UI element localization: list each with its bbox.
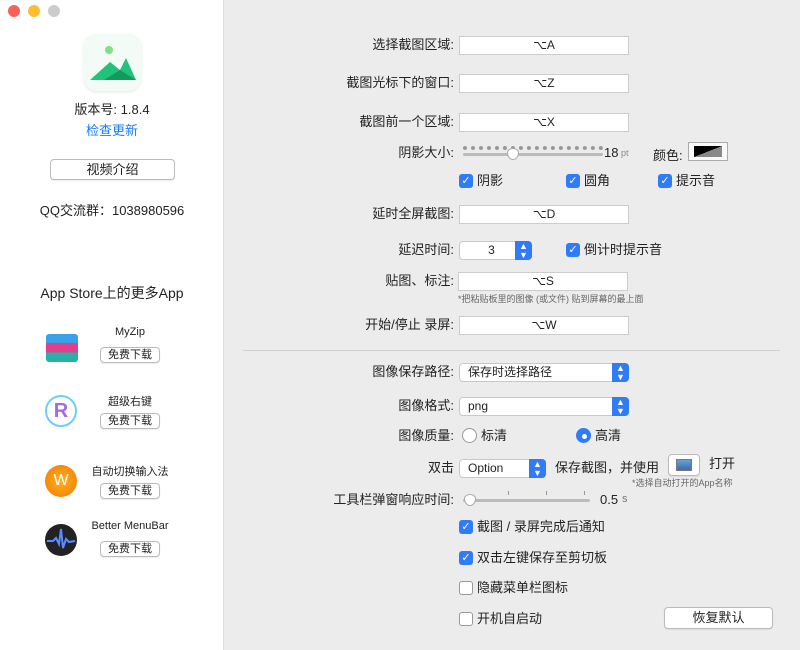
delay-time-select[interactable]: 3 ▲ ▼: [459, 241, 532, 260]
shadow-size-unit: pt: [621, 148, 629, 158]
double-click-note: *选择自动打开的App名称: [632, 478, 733, 488]
toolbar-delay-label: 工具栏弹窗响应时间:: [333, 492, 454, 507]
minimize-button[interactable]: [28, 5, 40, 17]
format-label: 图像格式:: [398, 398, 454, 413]
video-intro-button[interactable]: 视频介绍: [50, 159, 175, 180]
choose-app-button[interactable]: [668, 454, 700, 476]
pin-shortcut-field[interactable]: ⌥S: [458, 272, 628, 291]
countdown-sound-checkbox[interactable]: ✓: [566, 243, 580, 257]
chevron-updown-icon: ▲ ▼: [515, 241, 532, 260]
check-update-link[interactable]: 检查更新: [0, 120, 224, 139]
chevron-updown-icon: ▲ ▼: [612, 397, 629, 416]
toolbar-delay-slider-knob[interactable]: [464, 494, 476, 506]
rounded-corner-checkbox-label: 圆角: [584, 173, 611, 188]
waveform-icon: [45, 524, 77, 556]
shadow-size-label: 阴影大小:: [398, 145, 454, 160]
delayed-fullscreen-shortcut-field[interactable]: ⌥D: [459, 205, 629, 224]
qq-group-label: QQ交流群：1038980596: [39, 203, 185, 218]
quality-label: 图像质量:: [398, 428, 454, 443]
shadow-checkbox-label: 阴影: [477, 173, 504, 188]
quality-standard-label: 标清: [481, 428, 508, 443]
shadow-size-slider-knob[interactable]: [507, 148, 519, 160]
chevron-updown-icon: ▲ ▼: [529, 459, 546, 478]
shadow-checkbox[interactable]: ✓: [459, 174, 473, 188]
quality-standard-radio[interactable]: [462, 428, 477, 443]
sound-checkbox[interactable]: ✓: [658, 174, 672, 188]
record-shortcut-field[interactable]: ⌥W: [459, 316, 629, 335]
reset-defaults-button[interactable]: 恢复默认: [664, 607, 773, 629]
select-area-label: 选择截图区域:: [372, 37, 454, 52]
divider: [243, 350, 780, 351]
window-under-cursor-shortcut-field[interactable]: ⌥Z: [459, 74, 629, 93]
countdown-sound-label: 倒计时提示音: [584, 242, 663, 257]
save-path-select[interactable]: 保存时选择路径 ▲ ▼: [459, 363, 629, 382]
input-switch-icon: W: [45, 465, 77, 497]
chevron-updown-icon: ▲ ▼: [612, 363, 629, 382]
version-label: 版本号: 1.8.4: [74, 102, 150, 117]
preview-app-icon: [676, 459, 692, 471]
format-value: png: [468, 399, 489, 413]
download-myzip-button[interactable]: 免费下载: [100, 347, 160, 363]
double-click-label: 双击: [427, 460, 454, 475]
notify-label: 截图 / 录屏完成后通知: [477, 519, 605, 534]
app-logo: [84, 34, 141, 91]
delayed-fullscreen-label: 延时全屏截图:: [372, 206, 454, 221]
select-area-shortcut-field[interactable]: ⌥A: [459, 36, 629, 55]
download-input-switch-button[interactable]: 免费下载: [100, 483, 160, 499]
copy-clipboard-checkbox[interactable]: ✓: [459, 551, 473, 565]
color-label: 颜色:: [653, 148, 683, 163]
slider-ticks: [463, 146, 603, 150]
save-path-label: 图像保存路径:: [372, 364, 454, 379]
rounded-corner-checkbox[interactable]: ✓: [566, 174, 580, 188]
delay-time-label: 延迟时间:: [398, 242, 454, 257]
pin-label: 贴图、标注:: [385, 273, 454, 288]
shadow-color-well[interactable]: [688, 142, 728, 161]
sidebar: 版本号: 1.8.4 检查更新 视频介绍 QQ交流群：1038980596 Ap…: [0, 0, 224, 650]
shadow-size-value: 18: [604, 145, 619, 160]
archive-books-icon: [46, 334, 78, 362]
app-name: MyZip: [115, 326, 145, 338]
zoom-button[interactable]: [48, 5, 60, 17]
toolbar-delay-slider[interactable]: [463, 499, 590, 502]
pin-note: *把粘贴板里的图像 (或文件) 贴到屏幕的最上面: [458, 294, 644, 304]
quality-high-radio[interactable]: [576, 428, 591, 443]
quality-high-label: 高清: [595, 428, 622, 443]
more-apps-title: App Store上的更多App: [40, 285, 184, 301]
download-super-right-click-button[interactable]: 免费下载: [100, 413, 160, 429]
format-select[interactable]: png ▲ ▼: [459, 397, 629, 416]
open-label: 打开: [709, 456, 736, 471]
notify-checkbox[interactable]: ✓: [459, 520, 473, 534]
window-under-cursor-label: 截图光标下的窗口:: [346, 75, 454, 90]
double-click-text: 保存截图，并使用: [555, 460, 660, 475]
app-name: 超级右键: [108, 396, 152, 408]
delay-time-value: 3: [488, 243, 495, 257]
shadow-size-slider[interactable]: [463, 153, 603, 156]
copy-clipboard-label: 双击左键保存至剪切板: [477, 550, 608, 565]
r-letter-icon: R: [45, 395, 77, 427]
close-button[interactable]: [8, 5, 20, 17]
toolbar-delay-value: 0.5: [600, 492, 619, 507]
previous-area-shortcut-field[interactable]: ⌥X: [459, 113, 629, 132]
sound-checkbox-label: 提示音: [676, 173, 716, 188]
toolbar-delay-unit: s: [622, 493, 628, 505]
hide-menubar-icon-checkbox[interactable]: [459, 581, 473, 595]
download-better-menubar-button[interactable]: 免费下载: [100, 541, 160, 557]
hide-menubar-icon-label: 隐藏菜单栏图标: [477, 580, 569, 595]
app-name: 自动切换输入法: [91, 466, 169, 478]
record-label: 开始/停止 录屏:: [365, 317, 454, 332]
double-click-modifier-select[interactable]: Option ▲ ▼: [459, 459, 546, 478]
previous-area-label: 截图前一个区域:: [359, 114, 454, 129]
launch-at-login-label: 开机自启动: [477, 611, 543, 626]
launch-at-login-checkbox[interactable]: [459, 612, 473, 626]
double-click-modifier-value: Option: [468, 461, 504, 475]
save-path-value: 保存时选择路径: [468, 365, 553, 379]
app-name: Better MenuBar: [91, 520, 169, 532]
